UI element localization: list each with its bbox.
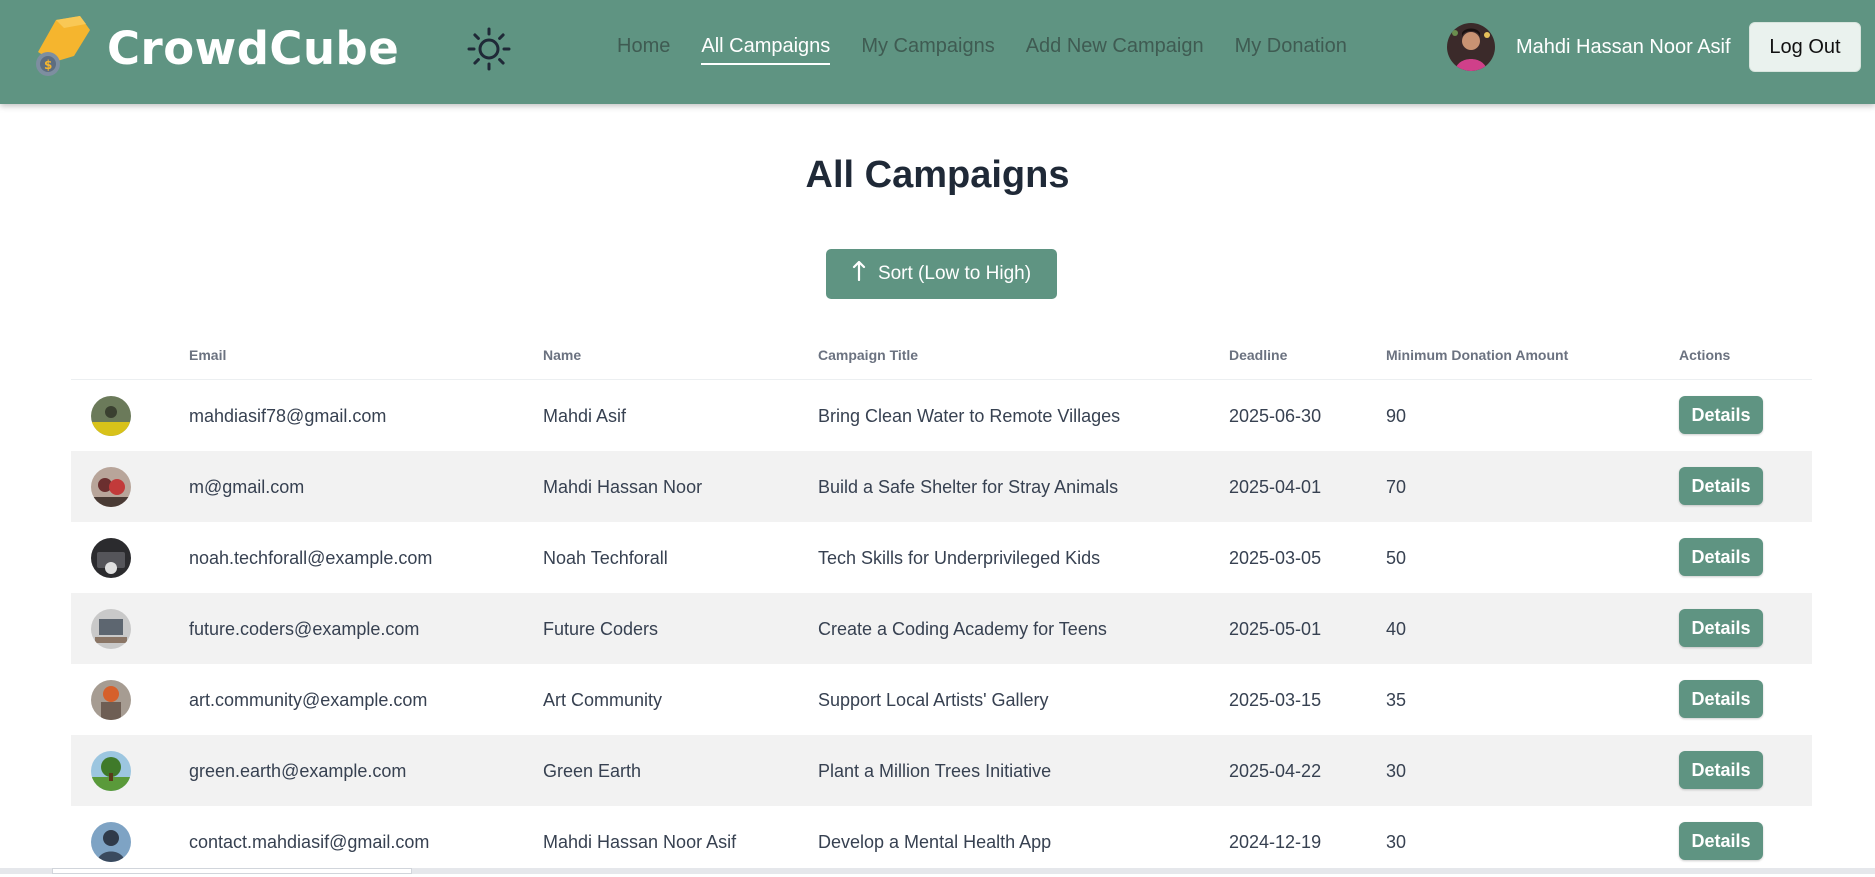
cell-min-donation: 40 [1386,619,1407,639]
nav-link-all-campaigns[interactable]: All Campaigns [701,35,831,65]
crowdcube-logo-icon[interactable]: $ [28,12,96,80]
sort-button-label: Sort (Low to High) [877,263,1032,284]
cell-name: Future Coders [543,619,659,639]
header-name: Name [543,347,582,363]
campaign-thumbnail [91,467,131,507]
cell-email: mahdiasif78@gmail.com [189,406,387,426]
details-button[interactable]: Details [1679,751,1763,789]
header-campaign-title: Campaign Title [818,347,919,363]
cell-email: noah.techforall@example.com [189,548,433,568]
cell-deadline: 2025-03-05 [1229,548,1322,568]
cell-min-donation: 35 [1386,690,1407,710]
campaign-thumbnail [91,680,131,720]
cell-name: Mahdi Hassan Noor [543,477,703,497]
cell-name: Mahdi Hassan Noor Asif [543,832,737,852]
details-button[interactable]: Details [1679,680,1763,718]
header-actions: Actions [1679,347,1731,363]
cell-name: Mahdi Asif [543,406,627,426]
top-navbar: $ CrowdCube Home All Campaigns My Campai… [0,0,1875,104]
scrollbar-thumb[interactable] [52,868,412,874]
cell-title: Support Local Artists' Gallery [818,690,1049,710]
cell-deadline: 2025-05-01 [1229,619,1322,639]
cell-email: green.earth@example.com [189,761,407,781]
cell-email: contact.mahdiasif@gmail.com [189,832,430,852]
details-button[interactable]: Details [1679,467,1763,505]
nav-link-home[interactable]: Home [617,35,670,65]
cell-min-donation: 70 [1386,477,1407,497]
table-row: green.earth@example.com Green Earth Plan… [71,735,1812,806]
cell-deadline: 2025-06-30 [1229,406,1322,426]
header-min-donation: Minimum Donation Amount [1386,347,1569,363]
table-row: m@gmail.com Mahdi Hassan Noor Build a Sa… [71,451,1812,522]
cell-name: Noah Techforall [543,548,668,568]
campaign-thumbnail [91,751,131,791]
cell-title: Build a Safe Shelter for Stray Animals [818,477,1119,497]
details-button[interactable]: Details [1679,396,1763,434]
cell-deadline: 2025-04-01 [1229,477,1322,497]
cell-deadline: 2025-04-22 [1229,761,1322,781]
cell-email: art.community@example.com [189,690,428,710]
header-deadline: Deadline [1229,347,1288,363]
cell-title: Bring Clean Water to Remote Villages [818,406,1121,426]
sort-button[interactable]: Sort (Low to High) [826,249,1057,299]
table-row: art.community@example.com Art Community … [71,664,1812,735]
sun-icon[interactable] [466,26,512,72]
campaign-thumbnail [91,822,131,862]
user-name: Mahdi Hassan Noor Asif [1516,36,1731,58]
cell-min-donation: 30 [1386,832,1407,852]
campaign-thumbnail [91,396,131,436]
nav-link-my-campaigns[interactable]: My Campaigns [861,35,994,65]
cell-email: future.coders@example.com [189,619,420,639]
arrow-up-icon [852,260,866,287]
page-title: All Campaigns [805,154,1070,196]
details-button[interactable]: Details [1679,822,1763,860]
nav-link-add-new-campaign[interactable]: Add New Campaign [1026,35,1204,65]
campaigns-table: Email Name Campaign Title Deadline Minim… [71,338,1812,877]
table-header: Email Name Campaign Title Deadline Minim… [71,338,1812,380]
cell-deadline: 2024-12-19 [1229,832,1322,852]
nav-link-my-donation[interactable]: My Donation [1235,35,1347,65]
cell-name: Art Community [543,690,663,710]
table-row: contact.mahdiasif@gmail.com Mahdi Hassan… [71,806,1812,877]
cell-email: m@gmail.com [189,477,305,497]
user-avatar[interactable] [1447,23,1495,71]
table-row: mahdiasif78@gmail.com Mahdi Asif Bring C… [71,380,1812,451]
brand-name[interactable]: CrowdCube [107,22,399,75]
cell-title: Create a Coding Academy for Teens [818,619,1107,639]
cell-min-donation: 30 [1386,761,1407,781]
table-row: noah.techforall@example.com Noah Techfor… [71,522,1812,593]
cell-min-donation: 50 [1386,548,1407,568]
svg-text:$: $ [44,58,52,72]
cell-name: Green Earth [543,761,642,781]
table-row: future.coders@example.com Future Coders … [71,593,1812,664]
cell-min-donation: 90 [1386,406,1407,426]
cell-deadline: 2025-03-15 [1229,690,1322,710]
details-button[interactable]: Details [1679,609,1763,647]
header-email: Email [189,347,227,363]
details-button[interactable]: Details [1679,538,1763,576]
campaign-thumbnail [91,538,131,578]
campaign-thumbnail [91,609,131,649]
logout-button[interactable]: Log Out [1749,22,1861,72]
nav-links: Home All Campaigns My Campaigns Add New … [617,35,1378,65]
horizontal-scrollbar[interactable] [0,868,1875,874]
cell-title: Develop a Mental Health App [818,832,1052,852]
cell-title: Tech Skills for Underprivileged Kids [818,548,1101,568]
cell-title: Plant a Million Trees Initiative [818,761,1052,781]
